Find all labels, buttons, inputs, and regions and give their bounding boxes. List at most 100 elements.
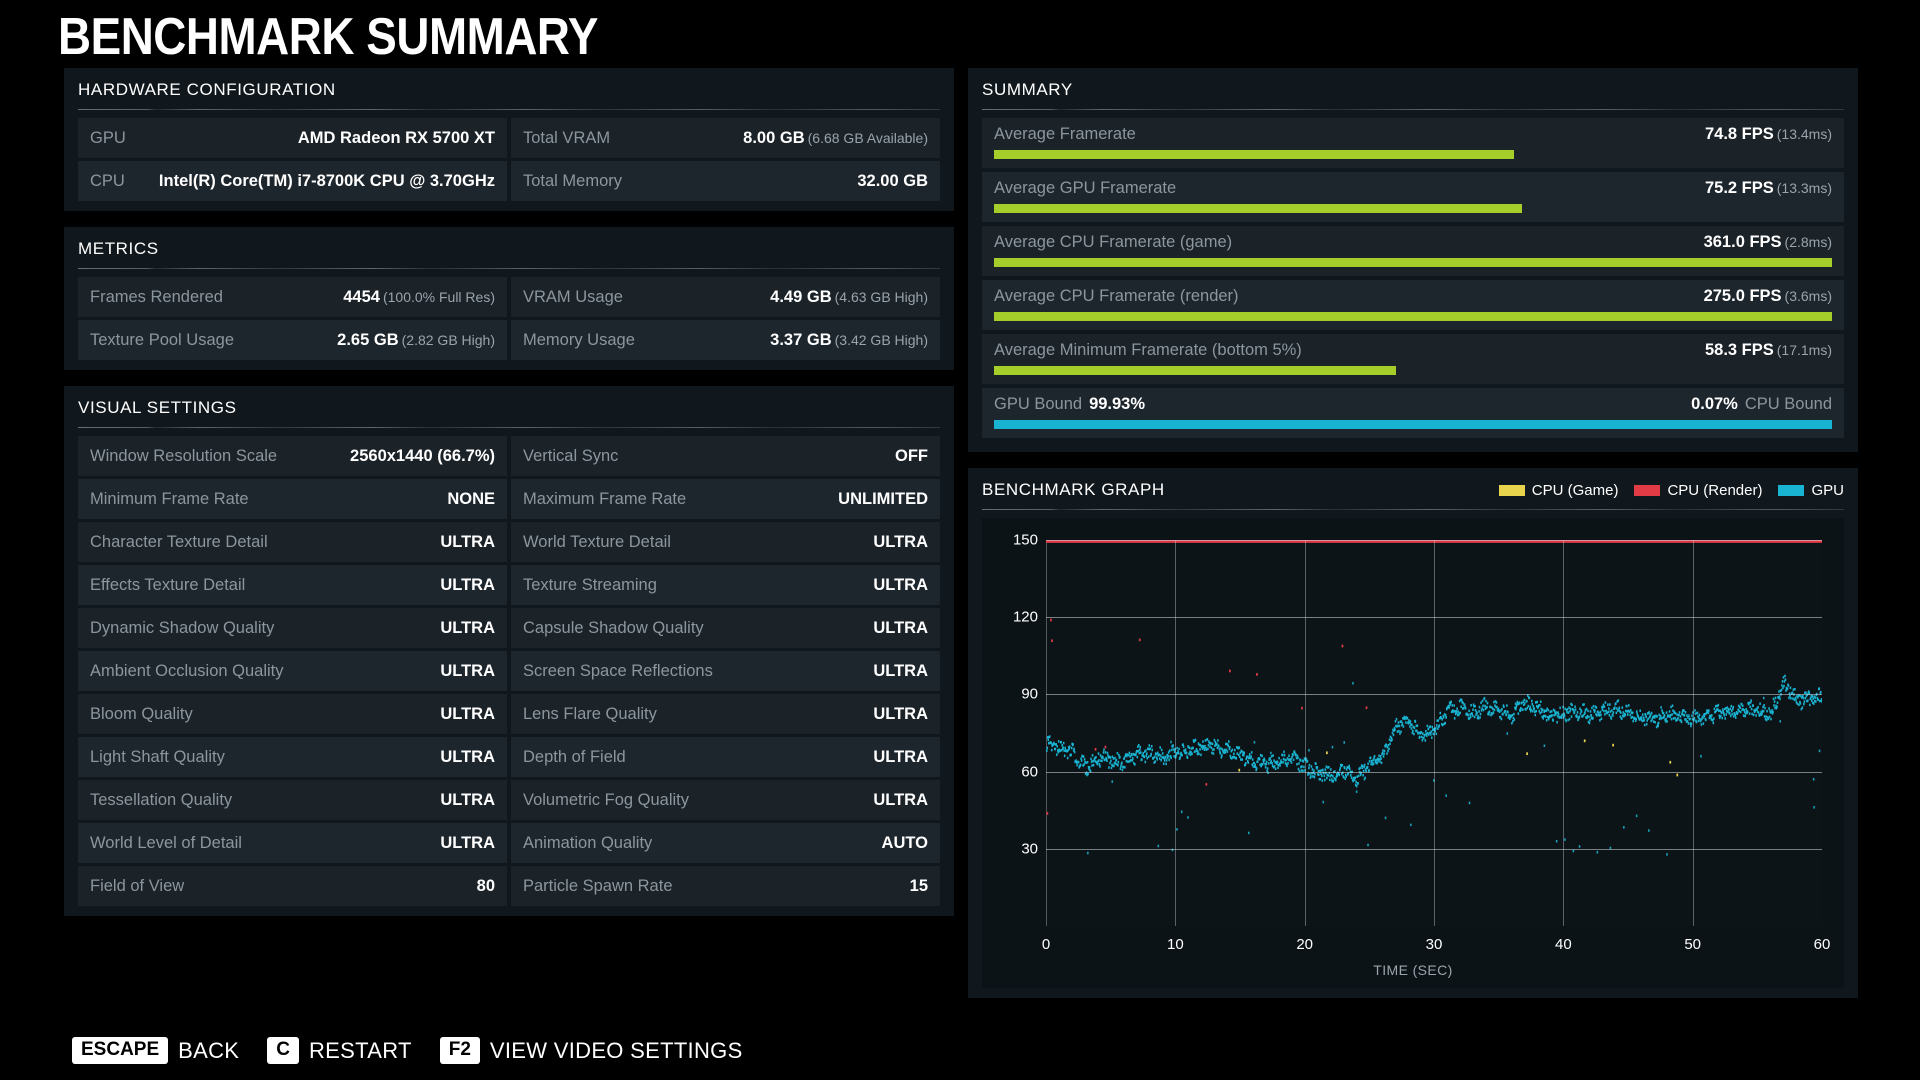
summary-bar-fill bbox=[994, 312, 1832, 321]
visual-setting-row-label: Character Texture Detail bbox=[90, 532, 268, 551]
summary-row: Average Minimum Framerate (bottom 5%) 58.… bbox=[982, 334, 1844, 384]
summary-row-header: Average GPU Framerate 75.2 FPS (13.3ms) bbox=[994, 179, 1832, 198]
visual-setting-row-value: 15 bbox=[909, 876, 928, 895]
legend-label: GPU bbox=[1811, 481, 1844, 499]
metrics-panel-heading: METRICS bbox=[78, 239, 159, 258]
legend-item: GPU bbox=[1778, 482, 1844, 499]
visual-setting-row-value: ULTRA bbox=[440, 704, 495, 723]
visual-setting-row-value: 80 bbox=[476, 876, 495, 895]
metrics-panel: METRICS Frames Rendered 4454 (100.0% Full … bbox=[64, 227, 954, 370]
summary-row-value: 275.0 FPS (3.6ms) bbox=[1703, 287, 1832, 305]
hardware-row: Total VRAM 8.00 GB (6.68 GB Available) bbox=[511, 118, 940, 158]
graph-header: BENCHMARK GRAPH CPU (Game) CPU (Render) GP… bbox=[968, 468, 1858, 509]
summary-row: Average CPU Framerate (render) 275.0 FPS(… bbox=[982, 280, 1844, 330]
summary-row-frametime: (13.3ms) bbox=[1776, 180, 1832, 196]
visual-setting-row-value: ULTRA bbox=[440, 618, 495, 637]
visual-setting-row: Depth of Field ULTRA bbox=[511, 737, 940, 777]
summary-row-header: Average CPU Framerate (render) 275.0 FPS(… bbox=[994, 287, 1832, 306]
page-title: BENCHMARK SUMMARY bbox=[58, 8, 598, 66]
metric-row-subvalue: (100.0% Full Res) bbox=[382, 288, 495, 305]
summary-row-label: Average GPU Framerate bbox=[994, 179, 1177, 197]
metric-row-subvalue: (2.82 GB High) bbox=[401, 331, 495, 348]
summary-row-label: Average CPU Framerate (game) bbox=[994, 233, 1233, 251]
hardware-row: CPU Intel(R) Core(TM) i7-8700K CPU @ 3.70… bbox=[78, 161, 507, 201]
x-axis-tick-label: 20 bbox=[1296, 936, 1313, 953]
summary-panel: SUMMARY Average Framerate 74.8 FPS (13.4ms… bbox=[968, 68, 1858, 452]
visual-setting-row-label: Ambient Occlusion Quality bbox=[90, 661, 284, 680]
metric-row-label: Texture Pool Usage bbox=[90, 330, 234, 349]
x-axis-tick-label: 30 bbox=[1425, 936, 1443, 953]
x-axis-tick-label: 40 bbox=[1554, 936, 1572, 953]
visual-setting-row: Dynamic Shadow Quality ULTRA bbox=[78, 608, 507, 648]
summary-bar-fill bbox=[994, 366, 1397, 375]
legend-swatch-icon bbox=[1634, 484, 1661, 496]
visual-setting-row-value: ULTRA bbox=[873, 618, 928, 637]
metric-row-label: Frames Rendered bbox=[90, 287, 223, 306]
summary-row-frametime: (17.1ms) bbox=[1776, 342, 1832, 358]
visual-setting-row-label: Window Resolution Scale bbox=[90, 446, 278, 465]
hardware-row-subvalue: (6.68 GB Available) bbox=[807, 129, 928, 146]
key-action-label[interactable]: BACK bbox=[178, 1038, 239, 1064]
y-axis-tick-label: 150 bbox=[1012, 531, 1038, 549]
footer-key-hints: ESCAPE BACK C RESTART F2 VIEW VIDEO SETTINGS bbox=[72, 1037, 761, 1064]
key-chip-f2[interactable]: F2 bbox=[439, 1037, 480, 1064]
visual-setting-row: Maximum Frame Rate UNLIMITED bbox=[511, 479, 940, 519]
visual-setting-row-value: AUTO bbox=[881, 833, 928, 852]
hardware-row-value: 32.00 GB bbox=[857, 171, 928, 190]
metric-row: VRAM Usage 4.49 GB (4.63 GB High) bbox=[511, 277, 940, 317]
key-action-label[interactable]: VIEW VIDEO SETTINGS bbox=[490, 1038, 743, 1064]
gpu-bound-value: 99.93% bbox=[1089, 395, 1146, 413]
hardware-row-value: Intel(R) Core(TM) i7-8700K CPU @ 3.70GHz bbox=[158, 171, 495, 190]
hardware-row-value: AMD Radeon RX 5700 XT bbox=[297, 128, 495, 147]
key-action-label[interactable]: RESTART bbox=[309, 1038, 412, 1064]
bound-bar-fill bbox=[994, 420, 1832, 429]
summary-bar-track bbox=[994, 366, 1832, 375]
visual-setting-row: Window Resolution Scale 2560x1440 (66.7%) bbox=[78, 436, 507, 476]
visual-setting-row-value: 2560x1440 (66.7%) bbox=[350, 446, 495, 465]
visual-setting-row: World Texture Detail ULTRA bbox=[511, 522, 940, 562]
hardware-configuration-panel: HARDWARE CONFIGURATION GPU AMD Radeon RX … bbox=[64, 68, 954, 211]
visual-setting-row: Lens Flare Quality ULTRA bbox=[511, 694, 940, 734]
summary-row-value: 361.0 FPS (2.8ms) bbox=[1703, 233, 1832, 251]
visual-setting-row-label: Bloom Quality bbox=[90, 704, 193, 723]
panel-divider bbox=[78, 268, 940, 269]
cpu-bound-value: 0.07% bbox=[1691, 395, 1738, 413]
visual-setting-row-value: UNLIMITED bbox=[838, 489, 928, 508]
y-axis-tick-label: 90 bbox=[1021, 685, 1038, 703]
summary-row-frametime: (13.4ms) bbox=[1776, 126, 1832, 142]
metric-row-value: 4.49 GB (4.63 GB High) bbox=[770, 287, 928, 306]
visual-setting-row-label: Texture Streaming bbox=[523, 575, 657, 594]
visual-setting-row-label: Effects Texture Detail bbox=[90, 575, 246, 594]
key-chip-escape[interactable]: ESCAPE bbox=[72, 1037, 169, 1064]
visual-setting-row-value: ULTRA bbox=[440, 661, 495, 680]
x-axis-label: TIME (SEC) bbox=[1373, 962, 1453, 978]
summary-bar-track bbox=[994, 258, 1832, 267]
visual-settings-panel: VISUAL SETTINGS Window Resolution Scale 2… bbox=[64, 386, 954, 916]
visual-setting-row: Particle Spawn Rate 15 bbox=[511, 866, 940, 906]
summary-row-header: Average Framerate 74.8 FPS (13.4ms) bbox=[994, 125, 1832, 144]
legend-item: CPU (Game) bbox=[1498, 482, 1618, 499]
summary-row: Average CPU Framerate (game) 361.0 FPS (2.… bbox=[982, 226, 1844, 276]
visual-setting-row-label: Light Shaft Quality bbox=[90, 747, 225, 766]
plot-area: 30 60 90 120 150 0 10 20 30 40 50 60 bbox=[1013, 532, 1830, 954]
visual-setting-row-value: ULTRA bbox=[440, 747, 495, 766]
summary-row-value: 58.3 FPS (17.1ms) bbox=[1704, 341, 1832, 359]
hardware-row-label: CPU bbox=[90, 171, 125, 190]
key-chip-c[interactable]: C bbox=[267, 1037, 299, 1064]
visual-setting-row-value: OFF bbox=[895, 446, 928, 465]
visual-setting-row-label: Vertical Sync bbox=[523, 446, 619, 465]
left-column: HARDWARE CONFIGURATION GPU AMD Radeon RX … bbox=[64, 68, 954, 932]
hardware-row-label: Total Memory bbox=[523, 171, 623, 190]
visual-setting-row-label: Minimum Frame Rate bbox=[90, 489, 249, 508]
legend-swatch-icon bbox=[1498, 484, 1525, 496]
visual-setting-row: Texture Streaming ULTRA bbox=[511, 565, 940, 605]
visual-setting-row-value: ULTRA bbox=[873, 790, 928, 809]
visual-setting-row: Volumetric Fog Quality ULTRA bbox=[511, 780, 940, 820]
legend-swatch-icon bbox=[1778, 484, 1805, 496]
cpu-bound-label: CPU Bound bbox=[1744, 395, 1832, 413]
visual-setting-row: Effects Texture Detail ULTRA bbox=[78, 565, 507, 605]
hardware-row: Total Memory 32.00 GB bbox=[511, 161, 940, 201]
visual-setting-row-value: NONE bbox=[447, 489, 495, 508]
metrics-grid: Frames Rendered 4454 (100.0% Full Res) VRAM… bbox=[64, 277, 954, 360]
visual-setting-row-label: Capsule Shadow Quality bbox=[523, 618, 704, 637]
